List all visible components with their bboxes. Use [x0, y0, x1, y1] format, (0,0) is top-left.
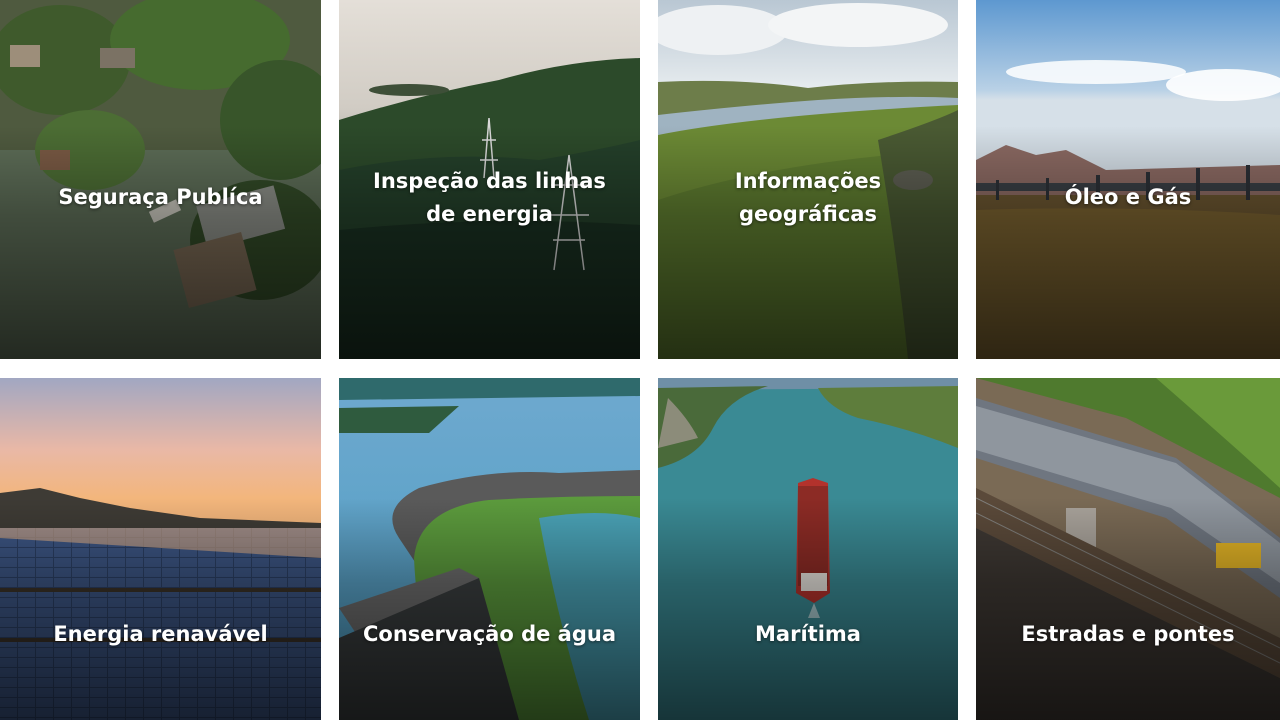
tile-maritima[interactable]: Marítima [658, 378, 958, 720]
tile-label: Informações geográficas [734, 168, 882, 226]
tile-label: Marítima [755, 621, 861, 646]
tile-label: Estradas e pontes [1021, 621, 1235, 646]
tile-estradas-e-pontes[interactable]: Estradas e pontes [976, 378, 1280, 720]
tile-label: Inspeção das linhas de energia [373, 168, 606, 226]
tile-seguranca-publica[interactable]: Seguraça Publíca [0, 0, 321, 359]
tile-label: Conservação de água [362, 621, 616, 646]
tile-oleo-e-gas[interactable]: Óleo e Gás [976, 0, 1280, 359]
tile-informacoes-geograficas[interactable]: Informações geográficas [658, 0, 958, 359]
tile-inspecao-linhas-energia[interactable]: Inspeção das linhas de energia [339, 0, 640, 359]
tile-label: Energia renavável [53, 621, 268, 646]
tile-conservacao-de-agua[interactable]: Conservação de água [339, 378, 640, 720]
tile-energia-renovavel[interactable]: Energia renavável [0, 378, 321, 720]
tile-label: Seguraça Publíca [58, 185, 263, 209]
tile-label: Óleo e Gás [1064, 185, 1192, 209]
industry-grid: Seguraça Publíca Inspeção das linhas de [0, 0, 1280, 720]
